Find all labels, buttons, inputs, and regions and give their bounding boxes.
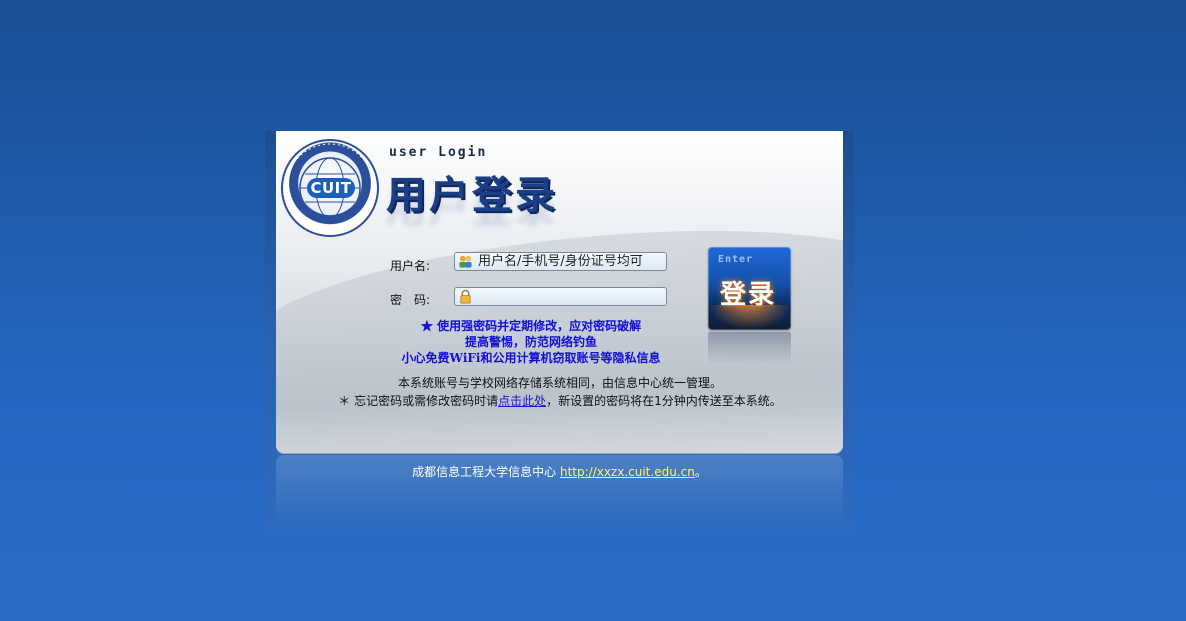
footer-link[interactable]: http://xxzx.cuit.edu.cn [560,465,695,479]
notice-line: 小心免费WiFi和公用计算机窃取账号等隐私信息 [401,351,661,365]
username-field[interactable]: 用户名/手机号/身份证号均可 [454,252,667,271]
notice-line: ★ 使用强密码并定期修改，应对密码破解 [420,319,642,333]
login-button[interactable]: Enter 登录 [708,247,791,330]
notice-line: 提高警惕，防范网络钓鱼 [464,335,597,349]
lock-icon [460,289,471,304]
seal-abbr: CUIT [307,178,355,198]
security-notice: ★ 使用强密码并定期修改，应对密码破解 提高警惕，防范网络钓鱼 小心免费WiFi… [376,318,686,366]
login-button-glow [708,305,791,330]
reset-suffix: ，新设置的密码将在1分钟内传送至本系统。 [546,394,782,408]
users-icon [459,255,472,268]
username-label: 用户名: [390,259,431,273]
title-english: user Login [389,145,488,160]
info-line-reset: ＊ 忘记密码或需修改密码时请点击此处，新设置的密码将在1分钟内传送至本系统。 [330,392,790,410]
reset-prefix: ＊ 忘记密码或需修改密码时请 [338,394,499,408]
username-placeholder: 用户名/手机号/身份证号均可 [478,254,643,269]
page-title: 用户登录 [386,173,558,218]
footer: 成都信息工程大学信息中心 http://xxzx.cuit.edu.cn。 [276,463,843,480]
password-label: 密 码: [390,293,431,307]
login-button-reflection [708,332,791,364]
footer-suffix: 。 [694,465,707,479]
account-info: 本系统账号与学校网络存储系统相同，由信息中心统一管理。 ＊ 忘记密码或需修改密码… [330,374,790,410]
info-line: 本系统账号与学校网络存储系统相同，由信息中心统一管理。 [397,376,722,390]
reset-password-link[interactable]: 点击此处 [498,394,546,408]
university-seal-icon: CUIT [281,139,379,237]
password-field[interactable] [454,287,667,306]
login-button-label-en: Enter [718,254,754,265]
footer-text: 成都信息工程大学信息中心 [412,465,560,479]
